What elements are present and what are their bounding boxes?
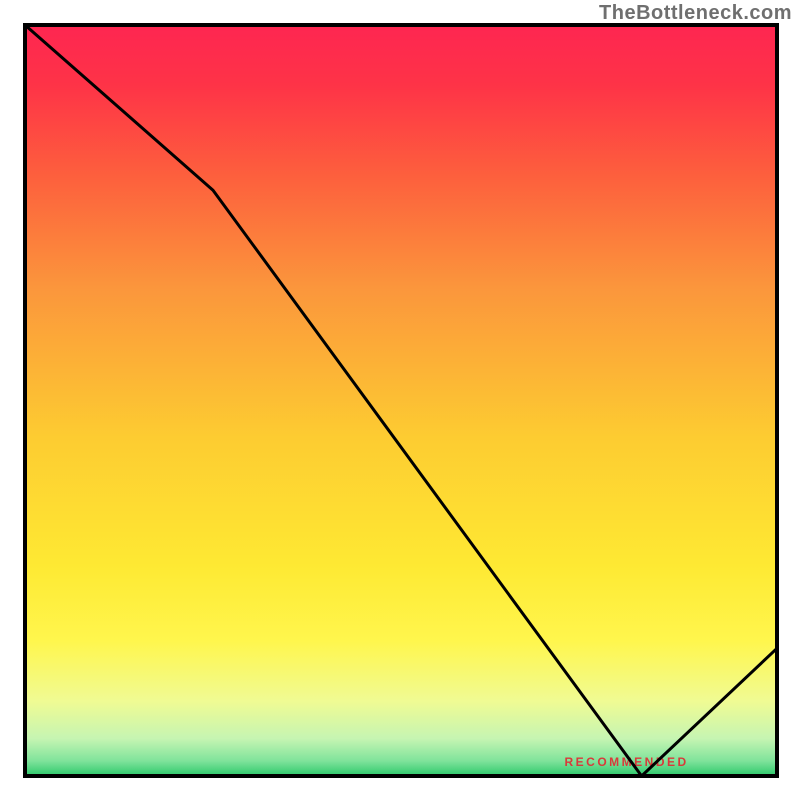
plot-area bbox=[25, 25, 777, 776]
chart-container: TheBottleneck.com bbox=[0, 0, 800, 800]
bottleneck-chart: RECOMMENDED bbox=[0, 0, 800, 800]
